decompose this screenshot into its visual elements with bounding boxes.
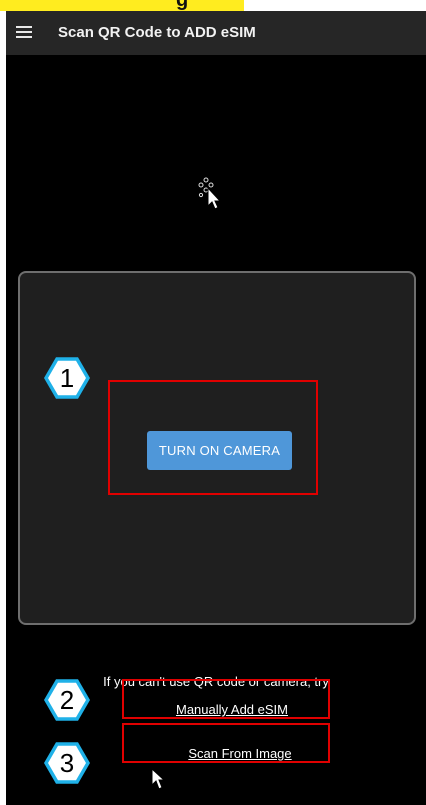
- annotated-screenshot: g Scan QR Code to ADD eSIM TURN ON CAMER…: [0, 0, 426, 805]
- page-title: Scan QR Code to ADD eSIM: [58, 24, 256, 41]
- highlight-box-manual-link: [122, 679, 330, 719]
- step-badge-3: 3: [44, 742, 90, 784]
- highlight-box-camera-button: [108, 380, 318, 495]
- step-badge-label: 1: [60, 363, 74, 393]
- yellow-highlight-banner: g: [0, 0, 244, 11]
- loading-dots-icon: [198, 177, 222, 210]
- step-badge-2: 2: [44, 679, 90, 721]
- highlight-box-scan-image-link: [122, 723, 330, 763]
- mouse-cursor-icon: [151, 768, 165, 790]
- step-badge-1: 1: [44, 357, 90, 399]
- banner-partial-text: g: [176, 0, 189, 11]
- app-bar: Scan QR Code to ADD eSIM: [6, 11, 426, 55]
- step-badge-label: 3: [60, 748, 74, 778]
- step-badge-label: 2: [60, 685, 74, 715]
- hamburger-menu-icon[interactable]: [14, 23, 36, 41]
